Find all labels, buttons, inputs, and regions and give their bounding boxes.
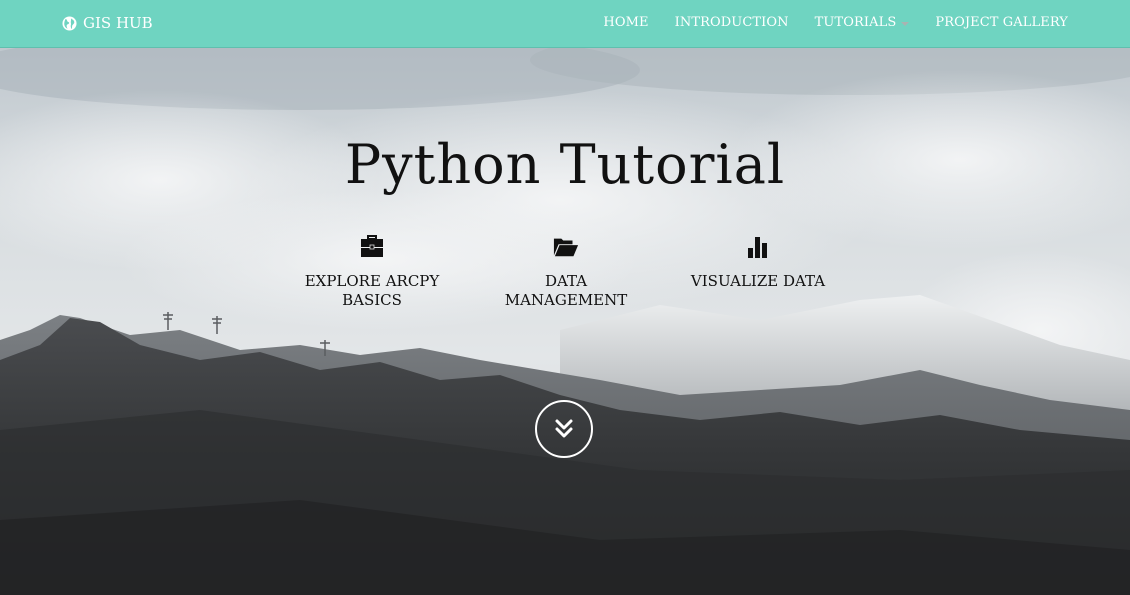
bar-chart-icon — [748, 237, 767, 258]
scroll-down-button[interactable] — [535, 400, 593, 458]
feature-visualize-data[interactable]: VISUALIZE DATA — [673, 234, 843, 291]
caret-down-icon — [901, 21, 910, 26]
nav-link-project-gallery[interactable]: PROJECT GALLERY — [935, 15, 1068, 30]
top-navbar: GIS HUB HOME INTRODUCTION TUTORIALS PROJ… — [0, 0, 1130, 48]
feature-label-line1: EXPLORE ARCPY — [304, 272, 440, 290]
double-chevron-down-icon — [555, 419, 573, 438]
nav-link-introduction[interactable]: INTRODUCTION — [675, 15, 789, 30]
feature-explore-arcpy-basics[interactable]: EXPLORE ARCPY BASICS — [287, 234, 457, 310]
briefcase-icon — [361, 235, 383, 257]
feature-data-management[interactable]: DATA MANAGEMENT — [481, 234, 651, 310]
feature-label-line2: BASICS — [342, 291, 402, 309]
feature-label-line1: DATA — [544, 272, 588, 290]
brand-label: GIS HUB — [83, 14, 153, 32]
page: GIS HUB HOME INTRODUCTION TUTORIALS PROJ… — [0, 0, 1130, 595]
feature-label-line1: VISUALIZE DATA — [690, 272, 826, 290]
page-title: Python Tutorial — [344, 133, 786, 196]
globe-icon — [62, 15, 77, 31]
folder-open-icon — [553, 238, 579, 257]
nav-link-tutorials[interactable]: TUTORIALS — [815, 15, 910, 30]
feature-links: EXPLORE ARCPY BASICS DATA MANAGEMENT VIS… — [0, 234, 1130, 324]
nav-link-tutorials-label: TUTORIALS — [814, 15, 897, 30]
nav-link-home[interactable]: HOME — [603, 15, 648, 30]
brand-link[interactable]: GIS HUB — [62, 14, 153, 32]
nav-links: HOME INTRODUCTION TUTORIALS PROJECT GALL… — [603, 15, 1068, 30]
feature-label-line2: MANAGEMENT — [504, 291, 628, 309]
